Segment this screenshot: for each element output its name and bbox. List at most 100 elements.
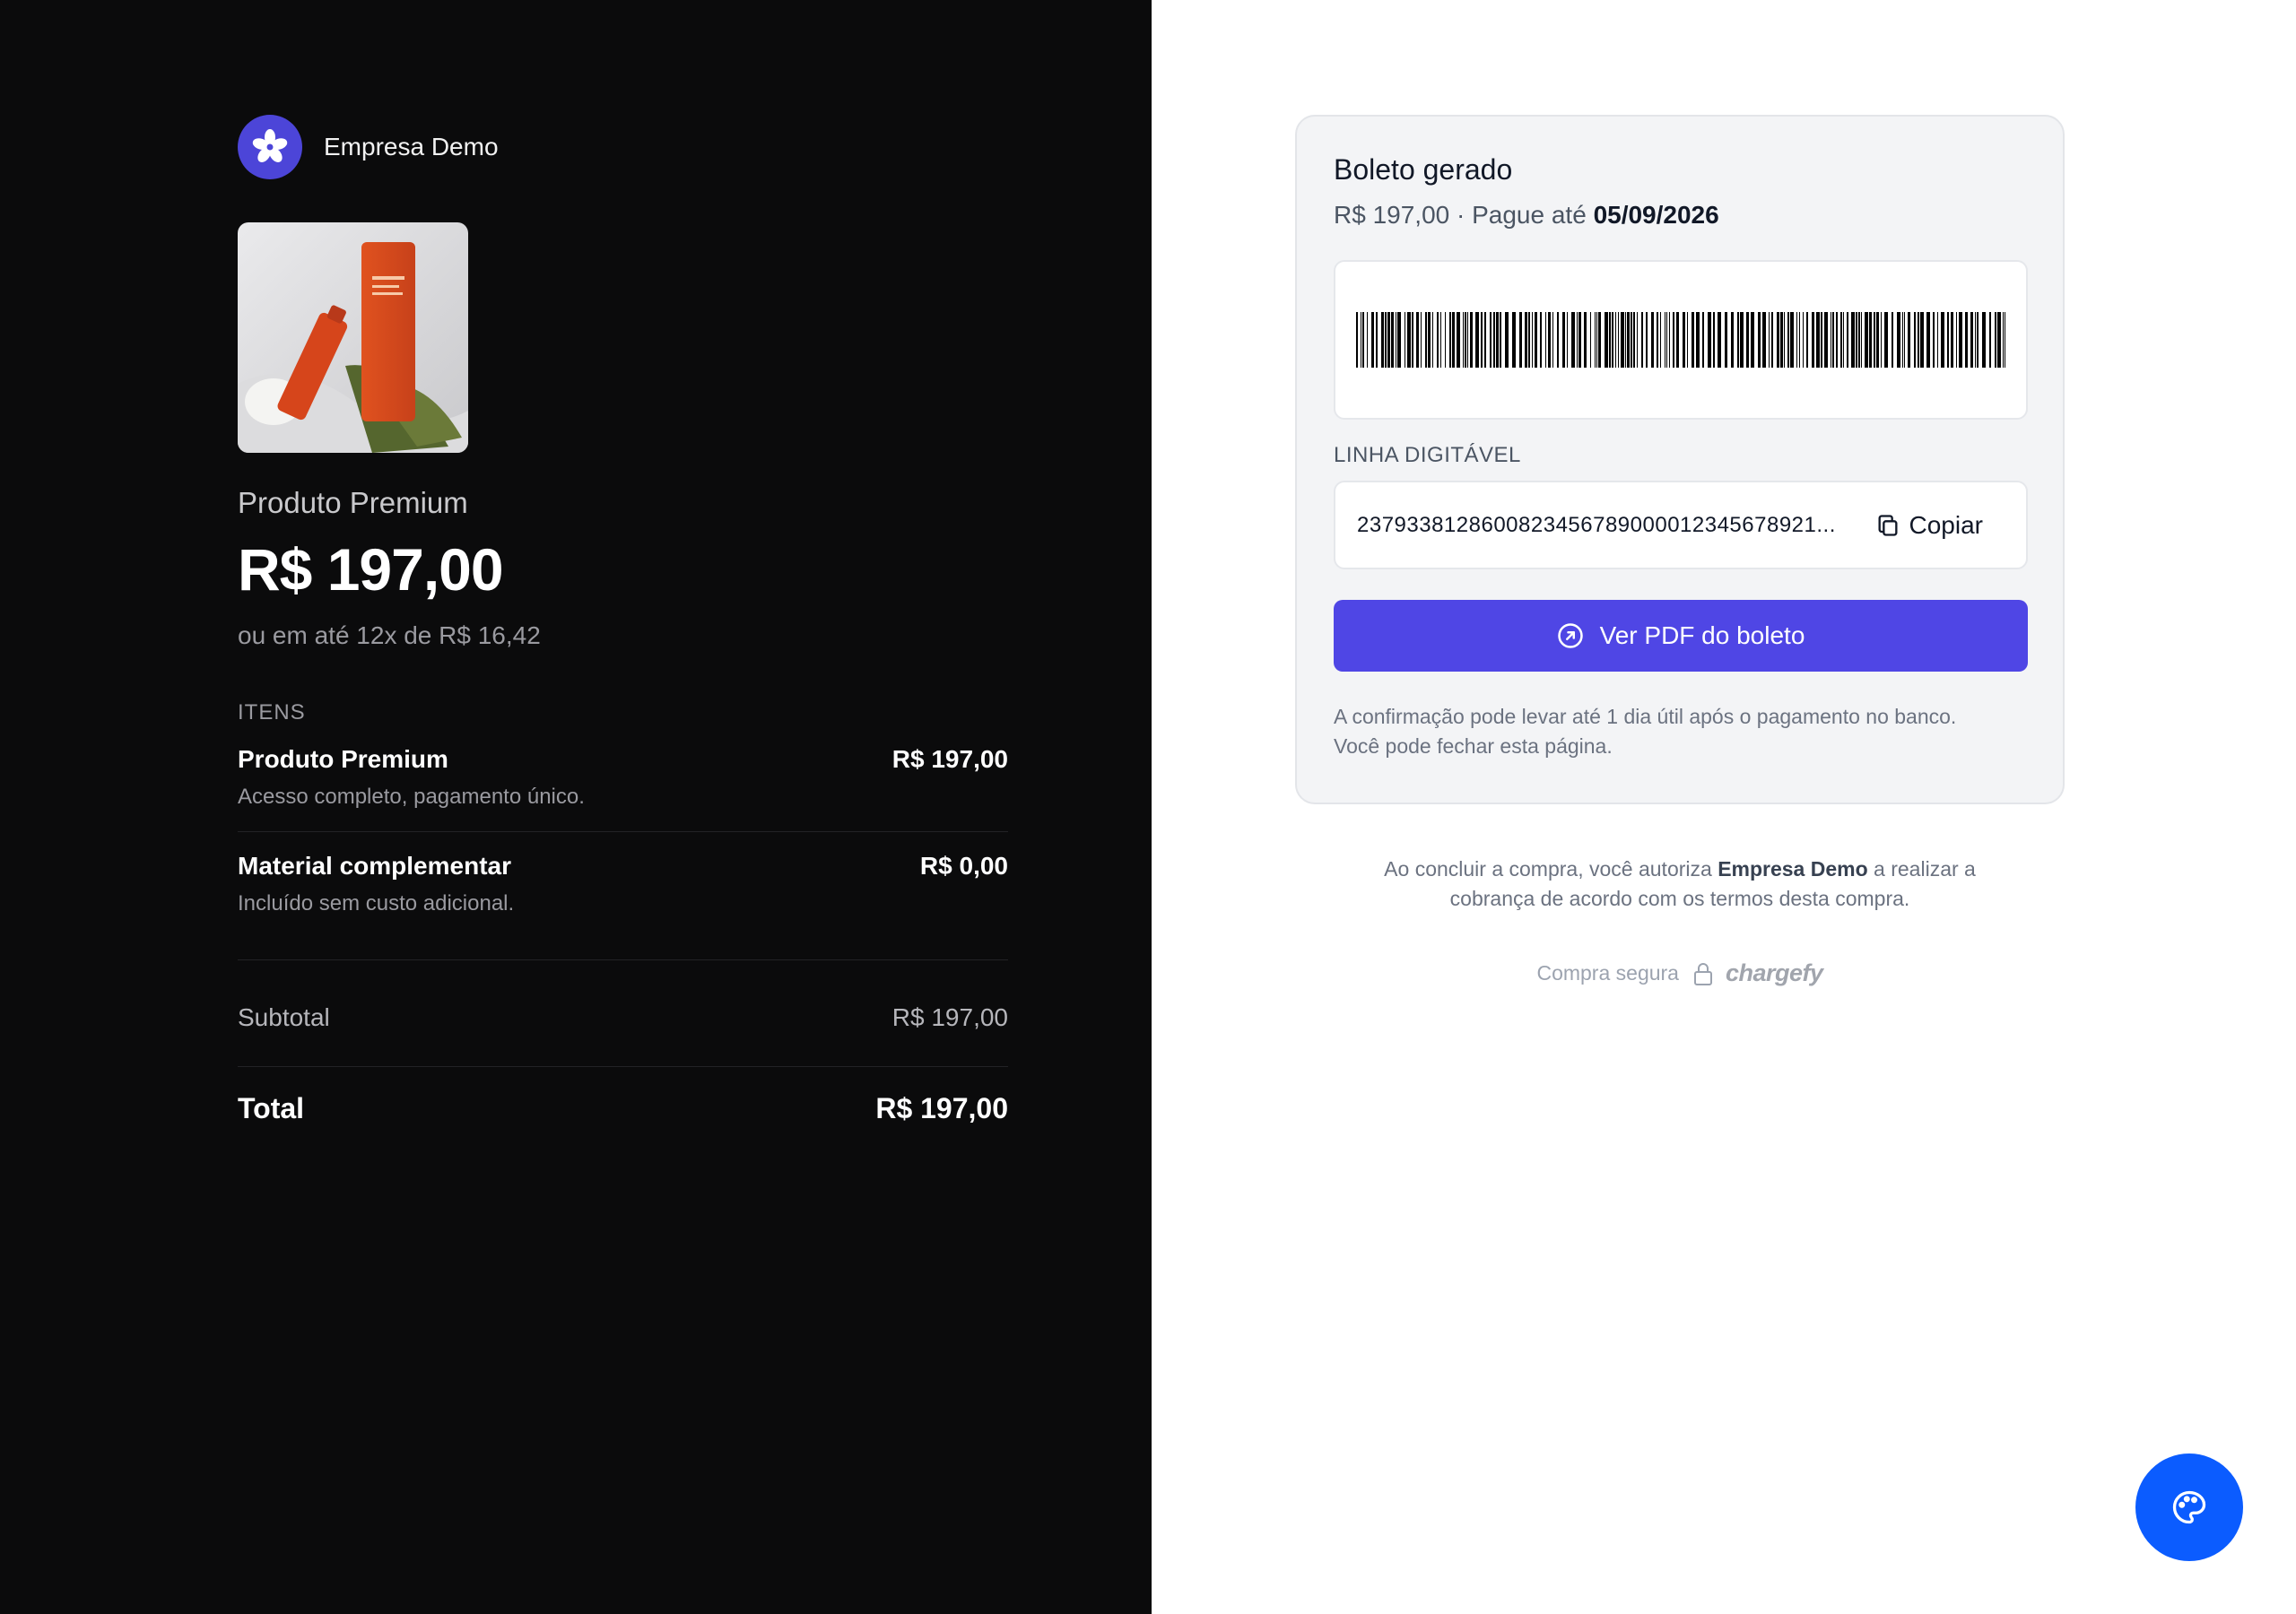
copy-button[interactable]: Copiar [1875,511,1983,540]
barcode-bar [1725,312,1727,368]
theme-button[interactable] [2135,1453,2243,1561]
barcode-bar [1440,312,1441,368]
barcode-bar [1631,312,1632,368]
line-label: LINHA DIGITÁVEL [1334,443,1521,467]
barcode-bar [1904,312,1905,368]
barcode [1334,260,2028,420]
barcode-bar [1951,312,1953,368]
barcode-bar [1432,312,1433,368]
barcode-bar [1982,312,1986,368]
barcode-bar [1708,312,1711,368]
subtotal-label: Subtotal [238,1003,330,1032]
barcode-bar [1970,312,1973,368]
barcode-bar [1937,312,1938,368]
items-section-label: ITENS [238,700,306,725]
barcode-bar [1615,312,1616,368]
barcode-bar [1637,312,1638,368]
barcode-bar [1490,312,1492,368]
barcode-bar [1941,312,1944,368]
barcode-bar [1463,312,1464,368]
barcode-bar [1769,312,1770,368]
barcode-bar [1956,312,1957,368]
barcode-bar [1605,312,1608,368]
barcode-bar [1869,312,1872,368]
barcode-bar [1687,312,1688,368]
confirmation-note: A confirmação pode levar até 1 dia útil … [1334,702,2028,761]
boleto-subtitle: R$ 197,00 · Pague até 05/09/2026 [1334,201,2028,230]
barcode-bar [1493,312,1495,368]
consent-after: a realizar a [1867,857,1976,881]
barcode-bar [1356,312,1358,368]
barcode-bar [1525,312,1527,368]
barcode-bar [1892,312,1893,368]
barcode-bar [1612,312,1613,368]
barcode-bar [1959,312,1962,368]
barcode-bar [1367,312,1368,368]
barcode-bar [1590,312,1591,368]
barcode-bar [1598,312,1601,368]
barcode-bar [1484,312,1486,368]
barcode-bar [1571,312,1575,368]
order-summary-panel: Empresa Demo Produto Premium R$ 197,00 o… [0,0,1152,1614]
barcode-bar [1371,312,1374,368]
barcode-bar [1470,312,1473,368]
due-date: 05/09/2026 [1593,201,1719,229]
note-line: Você pode fechar esta página. [1334,734,1613,758]
barcode-bar [1758,312,1761,368]
barcode-bar [1641,312,1643,368]
barcode-bar [1799,312,1800,368]
barcode-bar [1737,312,1739,368]
barcode-bar [1858,312,1860,368]
flower-icon [238,115,302,179]
view-pdf-button[interactable]: Ver PDF do boleto [1334,600,2028,672]
barcode-bar [1692,312,1694,368]
consent-merchant: Empresa Demo [1718,857,1868,881]
barcode-bar [1851,312,1855,368]
consent-before: Ao concluir a compra, você autoriza [1384,857,1718,881]
barcode-bar [1683,312,1685,368]
barcode-bar [1387,312,1390,368]
barcode-bar [1731,312,1734,368]
item-description: Incluído sem custo adicional. [238,891,515,916]
barcode-bar [1545,312,1546,368]
barcode-bar [1500,312,1501,368]
palette-icon [2172,1490,2206,1524]
barcode-bar [1832,312,1834,368]
barcode-bar [1428,312,1431,368]
barcode-bar [1445,312,1446,368]
barcode-bar [1528,312,1530,368]
barcode-bar [1816,312,1820,368]
barcode-bar [1376,312,1378,368]
barcode-bar [1713,312,1715,368]
barcode-bar [1876,312,1879,368]
barcode-bar [1746,312,1749,368]
barcode-bar [1532,312,1533,368]
due-prefix: Pague até [1472,201,1594,229]
barcode-bar [1920,312,1924,368]
installments-text: ou em até 12x de R$ 16,42 [238,621,541,650]
pdf-label: Ver PDF do boleto [1599,621,1805,649]
barcode-bar [1933,312,1935,368]
barcode-bar [1676,312,1679,368]
barcode-bar [1806,312,1808,368]
barcode-bar [1437,312,1439,368]
barcode-bar [1481,312,1483,368]
barcode-bar [1780,312,1783,368]
boleto-title: Boleto gerado [1334,153,1513,186]
copy-icon [1878,514,1898,536]
barcode-bar [1874,312,1875,368]
barcode-bar [1908,312,1910,368]
barcode-bar [1790,312,1794,368]
barcode-bar [1787,312,1789,368]
total-value: R$ 197,00 [875,1092,1008,1125]
barcode-bar [1416,312,1419,368]
consent-text: Ao concluir a compra, você autoriza Empr… [1295,855,2065,914]
barcode-bar [1452,312,1455,368]
barcode-bar [1897,312,1900,368]
barcode-bar [1362,312,1364,368]
items-list: Produto Premium Acesso completo, pagamen… [238,725,1008,938]
barcode-bar [1552,312,1553,368]
barcode-bar [1740,312,1744,368]
line-code-field: 2379338128600823456789000012345678921...… [1334,481,2028,569]
barcode-bar [1465,312,1466,368]
